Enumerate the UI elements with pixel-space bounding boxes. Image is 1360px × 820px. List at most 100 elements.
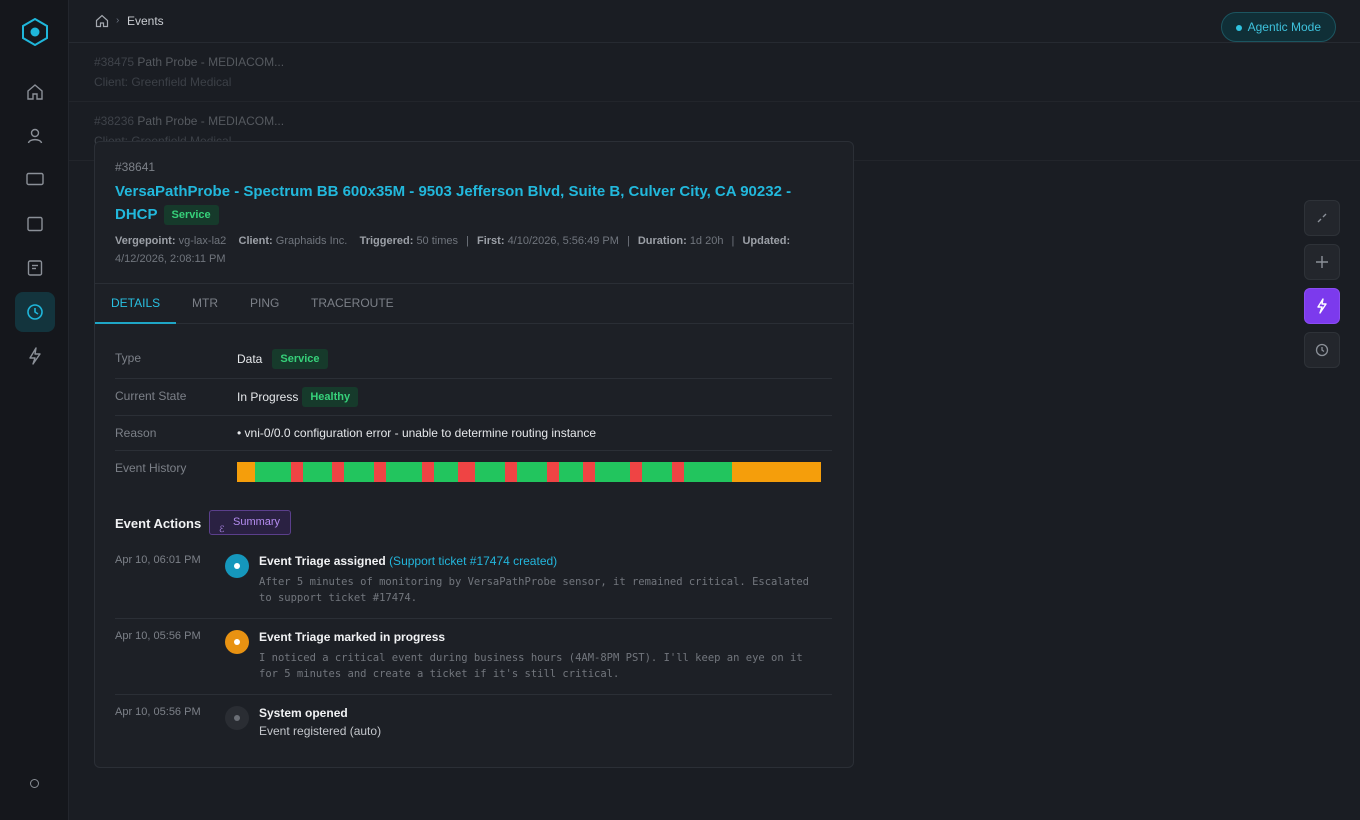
plus-icon[interactable] bbox=[1304, 244, 1340, 280]
agentic-mode-label: Agentic Mode bbox=[1247, 20, 1321, 34]
list-item-id: #38475 bbox=[94, 55, 135, 69]
action-title: System opened bbox=[259, 706, 348, 720]
status-dot-icon bbox=[1235, 25, 1242, 31]
meta-separator: | bbox=[626, 235, 630, 247]
support-ticket-link[interactable]: (Support ticket #17474 created) bbox=[389, 554, 557, 568]
event-detail-panel: #38641 VersaPathProbe - Spectrum BB 600x… bbox=[94, 141, 854, 768]
history-segment bbox=[374, 462, 386, 482]
history-segment bbox=[505, 462, 518, 482]
action-item: Apr 10, 05:56 PM Event Triage marked in … bbox=[115, 630, 832, 695]
history-segment bbox=[731, 462, 822, 482]
action-item: Apr 10, 06:01 PM Event Triage assigned (… bbox=[115, 554, 832, 619]
history-segment bbox=[344, 462, 375, 482]
sidebar bbox=[0, 0, 69, 820]
action-body: I noticed a critical event during busine… bbox=[259, 652, 803, 680]
type-value-wrap: Data Service bbox=[237, 349, 328, 369]
action-time: Apr 10, 05:56 PM bbox=[115, 706, 201, 718]
history-segment bbox=[582, 462, 595, 482]
duration-label: Duration: bbox=[637, 235, 687, 247]
timeline-dot-icon bbox=[225, 630, 249, 654]
history-segment bbox=[385, 462, 422, 482]
history-segment bbox=[332, 462, 345, 482]
home-icon[interactable] bbox=[95, 14, 109, 28]
duration-value: 1d 20h bbox=[689, 235, 724, 247]
service-badge: Service bbox=[272, 349, 328, 369]
clock-icon[interactable] bbox=[1304, 332, 1340, 368]
devices-nav-icon[interactable] bbox=[15, 204, 55, 244]
event-meta: Vergepoint: vg-lax-la2 Client: Graphaids… bbox=[115, 232, 805, 268]
action-title: Event Triage marked in progress bbox=[259, 630, 446, 644]
updated-label: Updated: bbox=[742, 235, 791, 247]
expand-icon[interactable] bbox=[1304, 200, 1340, 236]
action-time: Apr 10, 05:56 PM bbox=[115, 630, 201, 642]
history-segment bbox=[457, 462, 476, 482]
history-segment bbox=[302, 462, 333, 482]
history-segment bbox=[642, 462, 673, 482]
type-row: Type Data Service bbox=[115, 344, 832, 379]
event-title-block: VersaPathProbe - Spectrum BB 600x35M - 9… bbox=[115, 180, 815, 226]
history-segment bbox=[594, 462, 631, 482]
breadcrumb-current: Events bbox=[127, 14, 164, 28]
timeline-dot-icon bbox=[225, 554, 249, 578]
history-segment bbox=[630, 462, 643, 482]
healthy-badge: Healthy bbox=[302, 387, 359, 407]
tab-details[interactable]: DETAILS bbox=[95, 284, 176, 324]
type-label: Type bbox=[115, 351, 142, 365]
reports-nav-icon[interactable] bbox=[15, 248, 55, 288]
history-segment bbox=[683, 462, 732, 482]
home-nav-icon[interactable] bbox=[15, 72, 55, 112]
app-logo[interactable] bbox=[22, 18, 48, 46]
history-segment bbox=[254, 462, 291, 482]
tab-mtr[interactable]: MTR bbox=[192, 284, 218, 324]
action-item: Apr 10, 05:56 PM System opened Event reg… bbox=[115, 706, 832, 746]
list-item[interactable]: #38475 Path Probe - MEDIACOM... Client: … bbox=[69, 43, 1360, 102]
first-label: First: bbox=[477, 235, 505, 247]
history-segment bbox=[433, 462, 458, 482]
triggered-label: Triggered: bbox=[359, 235, 414, 247]
tab-ping[interactable]: PING bbox=[250, 284, 279, 324]
event-id: #38641 bbox=[115, 160, 156, 174]
meta-separator: | bbox=[731, 235, 735, 247]
event-actions-title: Event Actions bbox=[115, 516, 202, 531]
history-segment bbox=[517, 462, 547, 482]
history-segment bbox=[672, 462, 684, 482]
top-bar: › Events bbox=[69, 0, 1360, 43]
action-time: Apr 10, 06:01 PM bbox=[115, 554, 201, 566]
reason-label: Reason bbox=[115, 426, 157, 440]
action-title-wrap: Event Triage assigned (Support ticket #1… bbox=[259, 554, 557, 568]
list-item-client: Client: Greenfield Medical bbox=[94, 75, 232, 89]
updated-value: 4/12/2026, 2:08:11 PM bbox=[115, 253, 226, 265]
summary-button[interactable]: ℰ Summary bbox=[209, 510, 291, 535]
client-label: Client: bbox=[238, 235, 273, 247]
events-nav-icon[interactable] bbox=[15, 292, 55, 332]
history-segment bbox=[546, 462, 559, 482]
history-segment bbox=[237, 462, 255, 482]
current-state-row: Current State In Progress Healthy bbox=[115, 379, 832, 416]
service-badge: Service bbox=[163, 205, 219, 225]
detail-tabs: DETAILS MTR PING TRACEROUTE bbox=[95, 283, 853, 324]
agentic-mode-button[interactable]: Agentic Mode bbox=[1220, 12, 1336, 42]
bolt-icon[interactable] bbox=[1304, 288, 1340, 324]
vergepoint-label: Vergepoint: bbox=[115, 235, 176, 247]
first-value: 4/10/2026, 5:56:49 PM bbox=[507, 235, 619, 247]
list-item-id: #38236 bbox=[94, 114, 135, 128]
action-body: After 5 minutes of monitoring by VersaPa… bbox=[259, 576, 809, 604]
type-value: Data bbox=[237, 352, 263, 366]
status-dot-icon[interactable] bbox=[30, 779, 39, 788]
bolt-nav-icon[interactable] bbox=[15, 336, 55, 376]
tab-traceroute[interactable]: TRACEROUTE bbox=[311, 284, 394, 324]
action-body: Event registered (auto) bbox=[259, 724, 382, 738]
vergepoint-value: vg-lax-la2 bbox=[178, 235, 227, 247]
chevron-right-icon: › bbox=[116, 15, 120, 26]
history-segment bbox=[475, 462, 506, 482]
list-item-title: Path Probe - MEDIACOM... bbox=[137, 55, 285, 69]
history-segment bbox=[558, 462, 583, 482]
action-title: Event Triage assigned bbox=[259, 554, 386, 568]
history-segment bbox=[421, 462, 434, 482]
current-state-value: In Progress bbox=[237, 390, 299, 404]
client-value: Graphaids Inc. bbox=[275, 235, 348, 247]
reason-row: Reason • vni-0/0.0 configuration error -… bbox=[115, 416, 832, 451]
user-nav-icon[interactable] bbox=[15, 116, 55, 156]
monitor-nav-icon[interactable] bbox=[15, 159, 55, 199]
history-segment bbox=[290, 462, 303, 482]
